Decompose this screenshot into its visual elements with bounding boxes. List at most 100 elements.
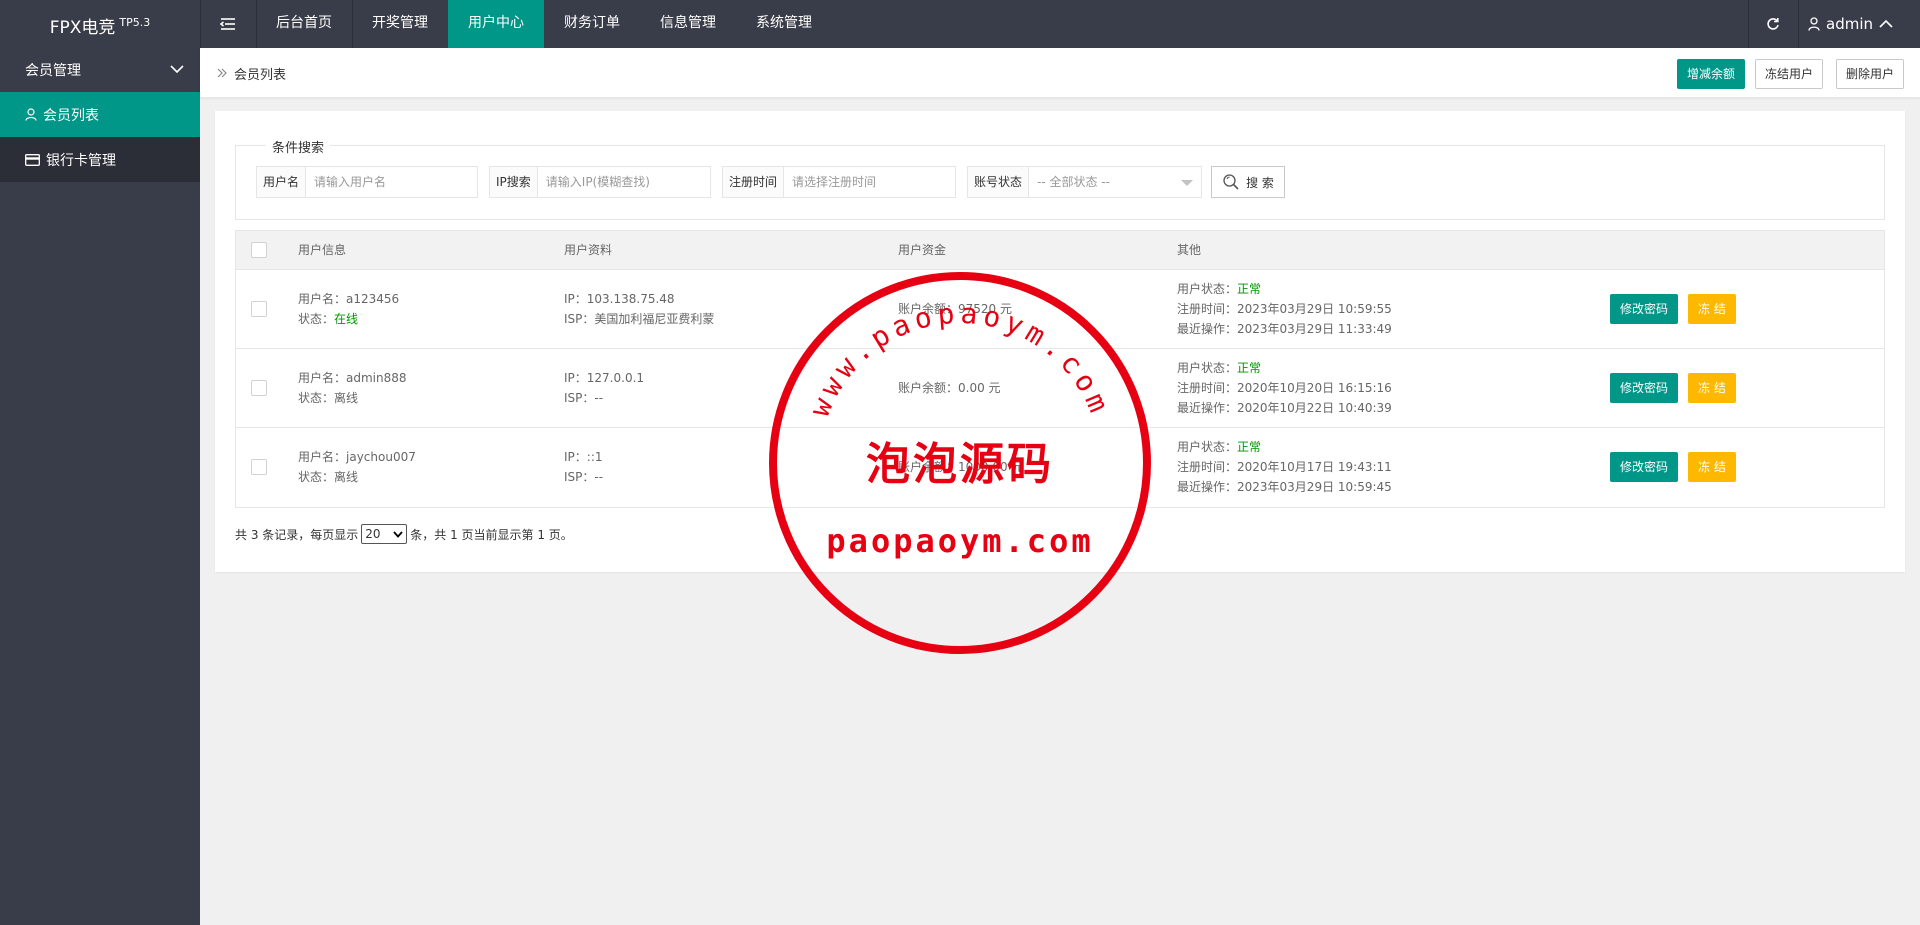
row-checkbox[interactable] bbox=[251, 380, 267, 396]
isp-text: ISP：-- bbox=[564, 470, 604, 484]
account-status: 用户状态：正常 bbox=[1177, 437, 1392, 457]
row-checkbox[interactable] bbox=[251, 301, 267, 317]
ip-text: IP：103.138.75.48 bbox=[564, 292, 675, 306]
per-page-select[interactable]: 20 bbox=[361, 524, 408, 544]
divider bbox=[1798, 0, 1799, 48]
account-status-label: 用户状态： bbox=[1177, 282, 1238, 296]
username-filter-label: 用户名 bbox=[257, 167, 307, 197]
status-select-value: -- 全部状态 -- bbox=[1037, 175, 1110, 189]
status-value: 离线 bbox=[334, 470, 359, 484]
topnav-finance[interactable]: 财务订单 bbox=[544, 0, 640, 48]
change-password-button[interactable]: 修改密码 bbox=[1610, 294, 1679, 324]
regtime-input[interactable] bbox=[784, 167, 955, 197]
account-status-value: 正常 bbox=[1237, 361, 1262, 375]
ip-filter: IP搜索 bbox=[489, 166, 711, 198]
regtime-filter-label: 注册时间 bbox=[723, 167, 785, 197]
column-header: 用户资料 bbox=[564, 243, 613, 257]
sidebar-group-members[interactable]: 会员管理 bbox=[0, 48, 200, 92]
column-header: 用户资金 bbox=[898, 243, 947, 257]
chevron-up-icon bbox=[1879, 19, 1893, 28]
breadcrumb: 会员列表 bbox=[216, 48, 286, 98]
change-password-button[interactable]: 修改密码 bbox=[1610, 452, 1679, 482]
dropdown-arrow-icon bbox=[1181, 180, 1193, 186]
delete-user-button[interactable]: 删除用户 bbox=[1836, 59, 1905, 89]
topnav-system[interactable]: 系统管理 bbox=[736, 0, 832, 48]
topnav-info[interactable]: 信息管理 bbox=[640, 0, 736, 48]
search-legend: 条件搜索 bbox=[266, 137, 331, 156]
select-all-checkbox[interactable] bbox=[251, 242, 267, 258]
ip-text: IP：127.0.0.1 bbox=[564, 371, 645, 385]
menu-toggle-button[interactable] bbox=[200, 0, 256, 48]
regtime-filter: 注册时间 bbox=[722, 166, 956, 198]
sidebar-item-member-list[interactable]: 会员列表 bbox=[0, 92, 200, 137]
member-table: 用户信息 用户资料 用户资金 其他 用户名：a123456 状态：在线 IP：1… bbox=[235, 230, 1885, 508]
card-icon bbox=[25, 153, 40, 166]
content-panel: 条件搜索 用户名 IP搜索 注册时间 账号状态 -- 全部状态 -- 搜 索 用… bbox=[215, 111, 1905, 572]
freeze-user-button[interactable]: 冻结用户 bbox=[1755, 59, 1824, 89]
logo-text: FPX电竞 bbox=[49, 18, 116, 38]
freeze-button[interactable]: 冻 结 bbox=[1688, 373, 1736, 403]
reg-time-text: 注册时间：2020年10月20日 16:15:16 bbox=[1177, 381, 1392, 395]
freeze-button[interactable]: 冻 结 bbox=[1688, 294, 1736, 324]
user-profile-cell: IP：127.0.0.1 ISP：-- bbox=[564, 368, 644, 408]
app-logo[interactable]: FPX电竞 TP5.3 bbox=[0, 0, 200, 48]
reg-time-text: 注册时间：2023年03月29日 10:59:55 bbox=[1177, 302, 1392, 316]
user-icon bbox=[1808, 17, 1820, 31]
user-menu[interactable]: admin bbox=[1808, 0, 1893, 48]
username-input[interactable] bbox=[306, 167, 477, 197]
sidebar-item-label: 会员列表 bbox=[43, 107, 99, 124]
column-header: 其他 bbox=[1177, 243, 1202, 257]
topnav-user-center[interactable]: 用户中心 bbox=[448, 0, 544, 48]
username-text: 用户名：a123456 bbox=[298, 292, 400, 306]
isp-text: ISP：-- bbox=[564, 391, 604, 405]
top-navbar: FPX电竞 TP5.3 后台首页 开奖管理 用户中心 财务订单 信息管理 系统管理… bbox=[0, 0, 1920, 48]
balance-text: 账户余额：97520 元 bbox=[898, 302, 1012, 316]
breadcrumb-bar: 会员列表 增减余额 冻结用户 删除用户 bbox=[200, 48, 1920, 98]
username-text: 用户名：admin888 bbox=[298, 371, 407, 385]
topnav-lottery[interactable]: 开奖管理 bbox=[352, 0, 448, 48]
table-row: 用户名：a123456 状态：在线 IP：103.138.75.48 ISP：美… bbox=[236, 270, 1884, 349]
balance-text: 账户余额：1000.00 元 bbox=[898, 460, 1024, 474]
ip-filter-label: IP搜索 bbox=[490, 167, 538, 197]
version-label: TP5.3 bbox=[119, 16, 151, 29]
pagination-info: 共 3 条记录，每页显示 20 条，共 1 页当前显示第 1 页。 bbox=[235, 522, 573, 546]
search-button[interactable]: 搜 索 bbox=[1211, 166, 1285, 198]
search-fieldset: 条件搜索 用户名 IP搜索 注册时间 账号状态 -- 全部状态 -- 搜 索 bbox=[235, 137, 1885, 220]
breadcrumb-current: 会员列表 bbox=[234, 67, 287, 83]
status-value: 离线 bbox=[334, 391, 359, 405]
user-info-cell: 用户名：admin888 状态：离线 bbox=[298, 368, 407, 408]
online-status: 状态：离线 bbox=[298, 467, 416, 487]
user-profile-cell: IP：::1 ISP：-- bbox=[564, 447, 603, 487]
change-password-button[interactable]: 修改密码 bbox=[1610, 373, 1679, 403]
refresh-button[interactable] bbox=[1748, 0, 1798, 48]
freeze-button[interactable]: 冻 结 bbox=[1688, 452, 1736, 482]
ip-text: IP：::1 bbox=[564, 450, 603, 464]
status-label: 状态： bbox=[298, 391, 335, 405]
add-balance-button[interactable]: 增减余额 bbox=[1677, 59, 1746, 89]
user-icon bbox=[25, 108, 37, 121]
account-status-value: 正常 bbox=[1237, 282, 1262, 296]
other-info-cell: 用户状态：正常 注册时间：2023年03月29日 10:59:55 最近操作：2… bbox=[1177, 279, 1392, 339]
sidebar-item-bank-cards[interactable]: 银行卡管理 bbox=[0, 137, 200, 182]
other-info-cell: 用户状态：正常 注册时间：2020年10月17日 19:43:11 最近操作：2… bbox=[1177, 437, 1392, 497]
double-chevron-right-icon bbox=[217, 68, 227, 78]
last-op-text: 最近操作：2020年10月22日 10:40:39 bbox=[1177, 401, 1392, 415]
balance-text: 账户余额：0.00 元 bbox=[898, 381, 1001, 395]
row-checkbox[interactable] bbox=[251, 459, 267, 475]
account-status: 用户状态：正常 bbox=[1177, 279, 1392, 299]
table-header: 用户信息 用户资料 用户资金 其他 bbox=[236, 231, 1884, 270]
isp-text: ISP：美国加利福尼亚费利蒙 bbox=[564, 312, 715, 326]
chevron-down-icon bbox=[170, 65, 184, 74]
table-row: 用户名：admin888 状态：离线 IP：127.0.0.1 ISP：-- 账… bbox=[236, 349, 1884, 428]
online-status: 状态：离线 bbox=[298, 388, 407, 408]
account-status-label: 用户状态： bbox=[1177, 440, 1238, 454]
sidebar-item-label: 银行卡管理 bbox=[46, 152, 116, 169]
status-filter-label: 账号状态 bbox=[968, 167, 1030, 197]
sidebar-group-label: 会员管理 bbox=[25, 63, 81, 79]
status-select[interactable]: -- 全部状态 -- bbox=[1029, 167, 1201, 197]
status-label: 状态： bbox=[298, 312, 335, 326]
topnav-home[interactable]: 后台首页 bbox=[256, 0, 352, 48]
refresh-icon bbox=[1767, 18, 1779, 30]
user-profile-cell: IP：103.138.75.48 ISP：美国加利福尼亚费利蒙 bbox=[564, 289, 714, 329]
ip-input[interactable] bbox=[537, 167, 710, 197]
